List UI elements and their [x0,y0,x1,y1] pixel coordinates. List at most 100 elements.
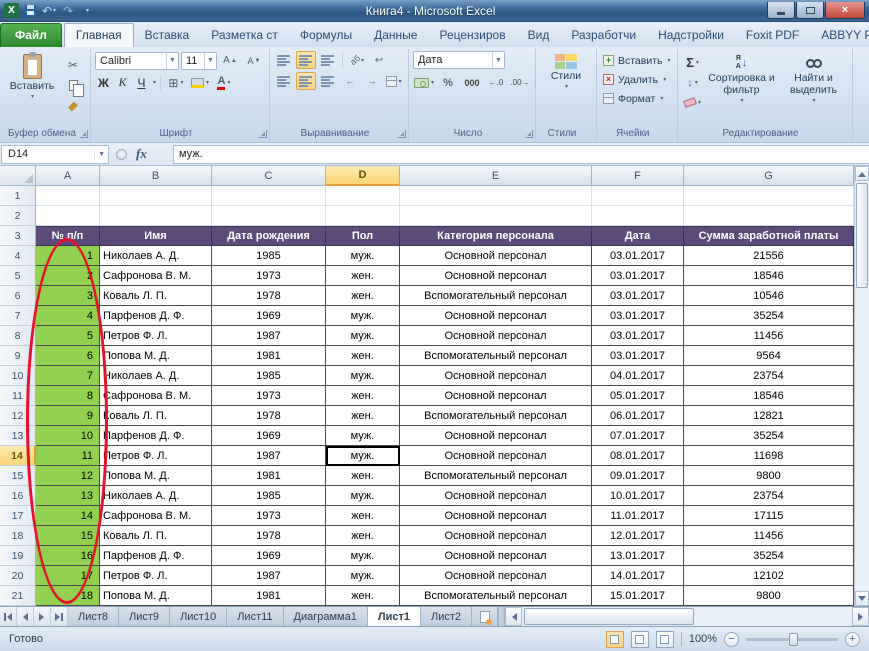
insert-worksheet-button[interactable] [472,607,498,626]
row-header-14[interactable]: 14 [0,446,36,466]
first-sheet-button[interactable] [0,607,17,626]
cell-D15[interactable]: жен. [326,466,400,486]
cell-E1[interactable] [400,186,592,206]
formula-bar-handle[interactable] [116,148,127,160]
cell-D8[interactable]: муж. [326,326,400,346]
cell-B6[interactable]: Коваль Л. П. [100,286,212,306]
row-header-17[interactable]: 17 [0,506,36,526]
cell-G14[interactable]: 11698 [684,446,854,466]
format-cells-button[interactable]: Формат ▾ [601,89,665,108]
cell-B21[interactable]: Попова М. Д. [100,586,212,606]
cell-C1[interactable] [212,186,326,206]
increase-indent-button[interactable]: → [362,72,382,90]
cell-G21[interactable]: 9800 [684,586,854,606]
row-header-21[interactable]: 21 [0,586,36,606]
cell-G11[interactable]: 18546 [684,386,854,406]
cell-B8[interactable]: Петров Ф. Л. [100,326,212,346]
cell-D18[interactable]: жен. [326,526,400,546]
cell-E4[interactable]: Основной персонал [400,246,592,266]
cell-A2[interactable] [36,206,100,226]
row-header-15[interactable]: 15 [0,466,36,486]
tab-split-handle[interactable] [498,607,505,626]
cell-A9[interactable]: 6 [36,346,100,366]
cell-D16[interactable]: муж. [326,486,400,506]
column-header-D[interactable]: D [326,166,400,186]
cell-D13[interactable]: муж. [326,426,400,446]
cell-F5[interactable]: 03.01.2017 [592,266,684,286]
cell-E11[interactable]: Основной персонал [400,386,592,406]
column-header-G[interactable]: G [684,166,854,186]
zoom-in-button[interactable]: + [845,631,860,647]
paste-button[interactable]: Вставить ▾ [6,51,58,100]
cell-F9[interactable]: 03.01.2017 [592,346,684,366]
row-header-11[interactable]: 11 [0,386,36,406]
merge-center-button[interactable]: ▾ [384,72,404,90]
cell-B3[interactable]: Имя [100,226,212,246]
cell-A7[interactable]: 4 [36,306,100,326]
vertical-scroll-thumb[interactable] [856,183,868,288]
cell-G4[interactable]: 21556 [684,246,854,266]
cell-B10[interactable]: Николаев А. Д. [100,366,212,386]
cell-F4[interactable]: 03.01.2017 [592,246,684,266]
cell-E16[interactable]: Основной персонал [400,486,592,506]
format-painter-button[interactable] [62,97,84,116]
row-header-1[interactable]: 1 [0,186,36,206]
cell-B16[interactable]: Николаев А. Д. [100,486,212,506]
horizontal-scroll-thumb[interactable] [524,608,694,625]
cell-F11[interactable]: 05.01.2017 [592,386,684,406]
cell-F10[interactable]: 04.01.2017 [592,366,684,386]
cell-C2[interactable] [212,206,326,226]
cell-C7[interactable]: 1969 [212,306,326,326]
cell-D17[interactable]: жен. [326,506,400,526]
sheet-tab-Диаграмма1[interactable]: Диаграмма1 [283,607,368,626]
number-format-combo[interactable]: Дата ▼ [412,51,505,69]
cell-D2[interactable] [326,206,400,226]
next-sheet-button[interactable] [34,607,51,626]
delete-cells-button[interactable]: × Удалить ▾ [601,70,668,89]
tab-Формулы[interactable]: Формулы [289,24,363,47]
cell-G20[interactable]: 12102 [684,566,854,586]
cell-G7[interactable]: 35254 [684,306,854,326]
orientation-button[interactable]: аб ▾ [347,51,367,69]
cell-D20[interactable]: муж. [326,566,400,586]
align-middle-button[interactable] [295,51,316,69]
tab-Файл[interactable]: Файл [0,23,62,47]
cell-D10[interactable]: муж. [326,366,400,386]
shrink-font-button[interactable]: А ▼ [243,51,265,70]
page-layout-view-button[interactable] [630,630,649,648]
cell-A14[interactable]: 11 [36,446,100,466]
normal-view-button[interactable] [605,630,624,648]
name-box-dropdown-icon[interactable]: ▼ [94,150,108,158]
fill-color-button[interactable]: ▾ [189,73,211,92]
percent-style-button[interactable]: % [437,73,459,92]
cell-G13[interactable]: 35254 [684,426,854,446]
tab-Foxit PDF[interactable]: Foxit PDF [735,24,810,47]
tab-Вставка[interactable]: Вставка [134,24,201,47]
scroll-right-button[interactable] [852,607,869,626]
cell-A5[interactable]: 2 [36,266,100,286]
copy-button[interactable] [62,76,84,97]
increase-decimal-button[interactable]: ←.0 [485,73,507,92]
row-header-13[interactable]: 13 [0,426,36,446]
cell-E2[interactable] [400,206,592,226]
column-header-E[interactable]: E [400,166,592,186]
column-header-A[interactable]: A [36,166,100,186]
align-center-button[interactable] [295,72,316,90]
fill-button[interactable]: ↓ ▾ [682,73,704,92]
cell-E21[interactable]: Вспомогательный персонал [400,586,592,606]
cell-C13[interactable]: 1969 [212,426,326,446]
cell-C19[interactable]: 1969 [212,546,326,566]
clipboard-dialog-launcher[interactable] [79,130,88,138]
cell-A13[interactable]: 10 [36,426,100,446]
zoom-slider-thumb[interactable] [789,632,798,646]
cell-A17[interactable]: 14 [36,506,100,526]
cell-B20[interactable]: Петров Ф. Л. [100,566,212,586]
cell-E14[interactable]: Основной персонал [400,446,592,466]
cell-F8[interactable]: 03.01.2017 [592,326,684,346]
close-button[interactable]: × [825,2,865,19]
scroll-left-button[interactable] [505,607,522,626]
align-top-button[interactable] [274,51,294,69]
cell-C17[interactable]: 1973 [212,506,326,526]
cell-F21[interactable]: 15.01.2017 [592,586,684,606]
row-header-8[interactable]: 8 [0,326,36,346]
